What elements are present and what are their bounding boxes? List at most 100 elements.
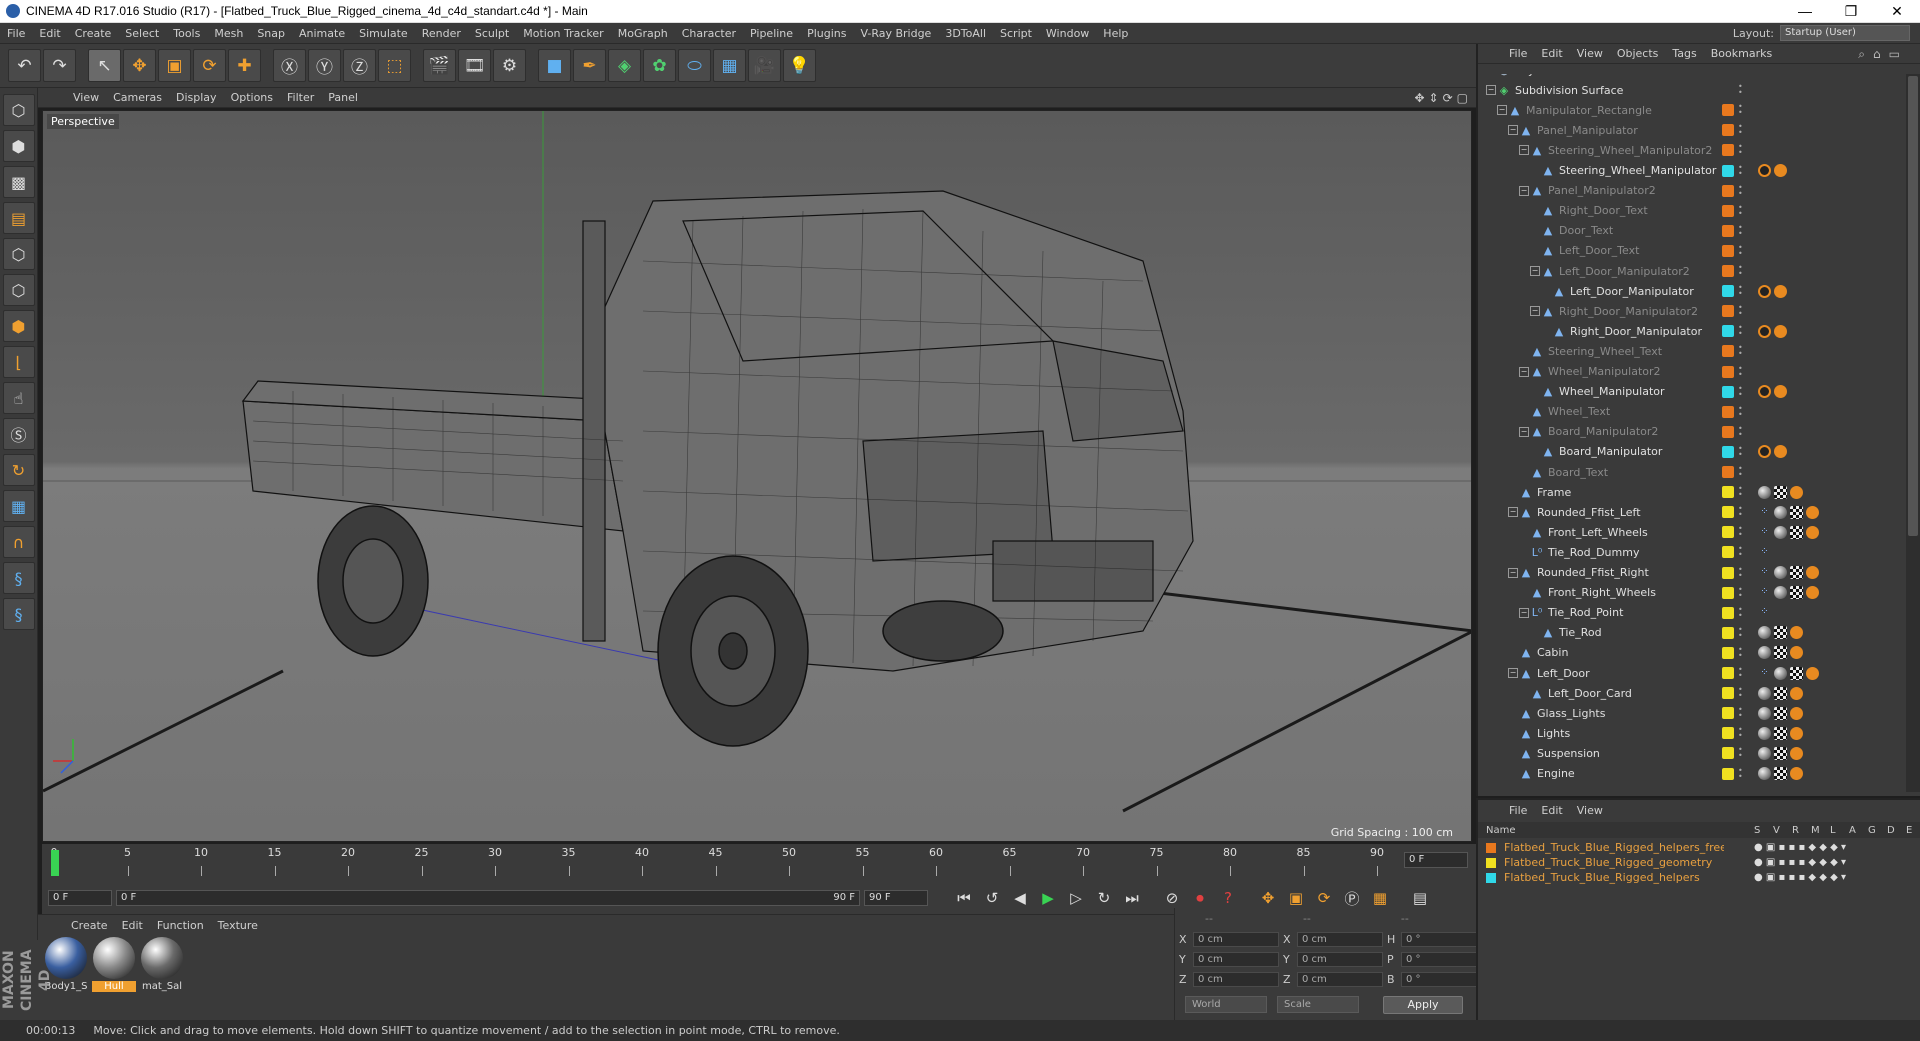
menu-create[interactable]: Create (68, 27, 119, 40)
tag-orange-icon[interactable] (1790, 646, 1803, 660)
snap-icon[interactable]: ↻ (2, 454, 35, 486)
tag-sphere-icon[interactable] (1774, 525, 1787, 539)
apply-button[interactable]: Apply (1383, 996, 1463, 1014)
tag-sphere-icon[interactable] (1758, 726, 1771, 740)
menu-v-ray-bridge[interactable]: V-Ray Bridge (853, 27, 938, 40)
layer-column-v[interactable]: V (1773, 825, 1780, 836)
object-row-left-door-text[interactable]: ▲ Left_Door_Text • • (1478, 241, 1904, 261)
object-menu-objects[interactable]: Objects (1610, 47, 1666, 60)
search-icon[interactable]: ⌕ (1858, 47, 1865, 62)
tree-expander[interactable] (1508, 648, 1518, 658)
tag-orange-icon[interactable] (1790, 485, 1803, 499)
material-menu-edit[interactable]: Edit (115, 919, 150, 932)
layer-color-swatch[interactable] (1722, 747, 1734, 760)
tag-sphere-icon[interactable] (1758, 626, 1771, 640)
visibility-dots[interactable]: •• (1738, 143, 1744, 157)
object-menu-edit[interactable]: Edit (1534, 47, 1569, 60)
tag-check-icon[interactable] (1774, 646, 1787, 660)
tree-expander[interactable]: − (1519, 426, 1529, 437)
cloner-icon[interactable]: ✿ (643, 49, 676, 82)
record-icon[interactable]: ⏺ (1188, 886, 1212, 910)
visibility-dots[interactable]: •• (1738, 605, 1744, 619)
visibility-dots[interactable]: •• (1738, 183, 1744, 197)
visibility-dots[interactable]: •• (1738, 83, 1744, 97)
layer-menu-file[interactable]: File (1502, 804, 1534, 817)
menu-sculpt[interactable]: Sculpt (468, 27, 516, 40)
object-row-front-right-wheels[interactable]: ▲ Front_Right_Wheels • • ⁘ (1478, 583, 1904, 603)
visibility-dots[interactable]: •• (1738, 344, 1744, 358)
object-row-tie-rod-dummy[interactable]: L⁰ Tie_Rod_Dummy • • ⁘ (1478, 542, 1904, 562)
object-row-board-text[interactable]: ▲ Board_Text • • (1478, 462, 1904, 482)
polygons-mode-icon[interactable]: ⬢ (2, 310, 35, 342)
floor-icon[interactable]: ▦ (713, 49, 746, 82)
x-axis-lock-icon[interactable]: Ⓧ (273, 49, 306, 82)
tree-expander[interactable] (1519, 688, 1529, 698)
tree-expander[interactable] (1508, 748, 1518, 758)
tag-orange-icon[interactable] (1774, 445, 1787, 459)
menu-simulate[interactable]: Simulate (352, 27, 415, 40)
tag-check-icon[interactable] (1790, 566, 1803, 579)
redo-icon[interactable]: ↷ (43, 49, 76, 82)
tree-expander[interactable] (1519, 467, 1529, 477)
menu-render[interactable]: Render (415, 27, 468, 40)
home-icon[interactable]: ⌂ (1873, 47, 1881, 62)
tree-expander[interactable] (1486, 74, 1496, 75)
object-row-board-manipulator2[interactable]: − ▲ Board_Manipulator2 • • (1478, 422, 1904, 442)
layer-menu-edit[interactable]: Edit (1534, 804, 1569, 817)
dolly-view-icon[interactable]: ⇕ (1429, 91, 1439, 105)
layer-color-swatch[interactable] (1722, 405, 1734, 418)
tree-expander[interactable] (1519, 588, 1529, 598)
magnet-icon[interactable]: ∩ (2, 526, 35, 558)
tag-orange-icon[interactable] (1774, 324, 1787, 338)
y-axis-lock-icon[interactable]: Ⓨ (308, 49, 341, 82)
close-button[interactable]: ✕ (1874, 3, 1920, 20)
key-pla-icon[interactable]: ▦ (1368, 886, 1392, 910)
end-frame-field[interactable]: 90 F (864, 890, 928, 906)
visibility-dots[interactable]: •• (1738, 243, 1744, 257)
timeline-window-icon[interactable]: ▤ (1408, 886, 1432, 910)
menu-edit[interactable]: Edit (32, 27, 67, 40)
visibility-dots[interactable]: •• (1738, 625, 1744, 639)
light-icon[interactable]: 💡 (783, 49, 816, 82)
tag-sphere-icon[interactable] (1758, 706, 1771, 720)
workplane-icon[interactable]: ▤ (2, 202, 35, 234)
tweak-icon[interactable]: ☝ (2, 382, 35, 414)
viewport-menu-filter[interactable]: Filter (280, 91, 321, 104)
layer-menu-view[interactable]: View (1570, 804, 1610, 817)
key-rotation-icon[interactable]: ⟳ (1312, 886, 1336, 910)
visibility-dots[interactable]: •• (1738, 525, 1744, 539)
tag-no-icon[interactable] (1758, 445, 1771, 459)
layer-column-g[interactable]: G (1868, 825, 1876, 836)
solo-icon[interactable]: Ⓢ (2, 418, 35, 450)
menu-snap[interactable]: Snap (250, 27, 292, 40)
render-view-icon[interactable]: 🎬 (423, 49, 456, 82)
object-row-front-left-wheels[interactable]: ▲ Front_Left_Wheels • • ⁘ (1478, 522, 1904, 542)
tag-dotsblue-icon[interactable]: ⁘ (1758, 566, 1771, 579)
object-row-wheel-manipulator[interactable]: ▲ Wheel_Manipulator • • (1478, 382, 1904, 402)
viewport-menu-cameras[interactable]: Cameras (106, 91, 169, 104)
layer-color-swatch[interactable] (1486, 857, 1496, 868)
make-editable-icon[interactable]: ⬡ (2, 94, 35, 126)
material-swatch[interactable]: mat_Sal (140, 937, 184, 997)
rotate-tool-icon[interactable]: ⟳ (193, 49, 226, 82)
layer-column-e[interactable]: E (1906, 825, 1912, 836)
key-parameter-icon[interactable]: Ⓟ (1340, 886, 1364, 910)
tag-orange-icon[interactable] (1790, 746, 1803, 760)
menu-plugins[interactable]: Plugins (800, 27, 853, 40)
points-mode-icon[interactable]: ⬡ (2, 238, 35, 270)
visibility-dots[interactable]: •• (1738, 746, 1744, 760)
object-row-glass-lights[interactable]: ▲ Glass_Lights • • (1478, 703, 1904, 723)
layer-column-d[interactable]: D (1887, 825, 1895, 836)
layer-row[interactable]: Flatbed_Truck_Blue_Rigged_helpers_freez ●… (1478, 840, 1920, 855)
layer-color-swatch[interactable] (1722, 285, 1734, 298)
coord-value-field[interactable]: 0 cm (1193, 932, 1279, 947)
layer-color-swatch[interactable] (1486, 872, 1496, 883)
object-row-cabin[interactable]: ▲ Cabin • • (1478, 643, 1904, 663)
visibility-dots[interactable]: •• (1738, 103, 1744, 117)
visibility-dots[interactable]: •• (1738, 304, 1744, 318)
tag-orange-icon[interactable] (1790, 626, 1803, 640)
layer-color-swatch[interactable] (1722, 104, 1734, 117)
coord-value-field[interactable]: 0 cm (1193, 972, 1279, 987)
tree-expander[interactable] (1530, 628, 1540, 638)
coord-scale-dropdown[interactable]: Scale (1277, 996, 1359, 1013)
